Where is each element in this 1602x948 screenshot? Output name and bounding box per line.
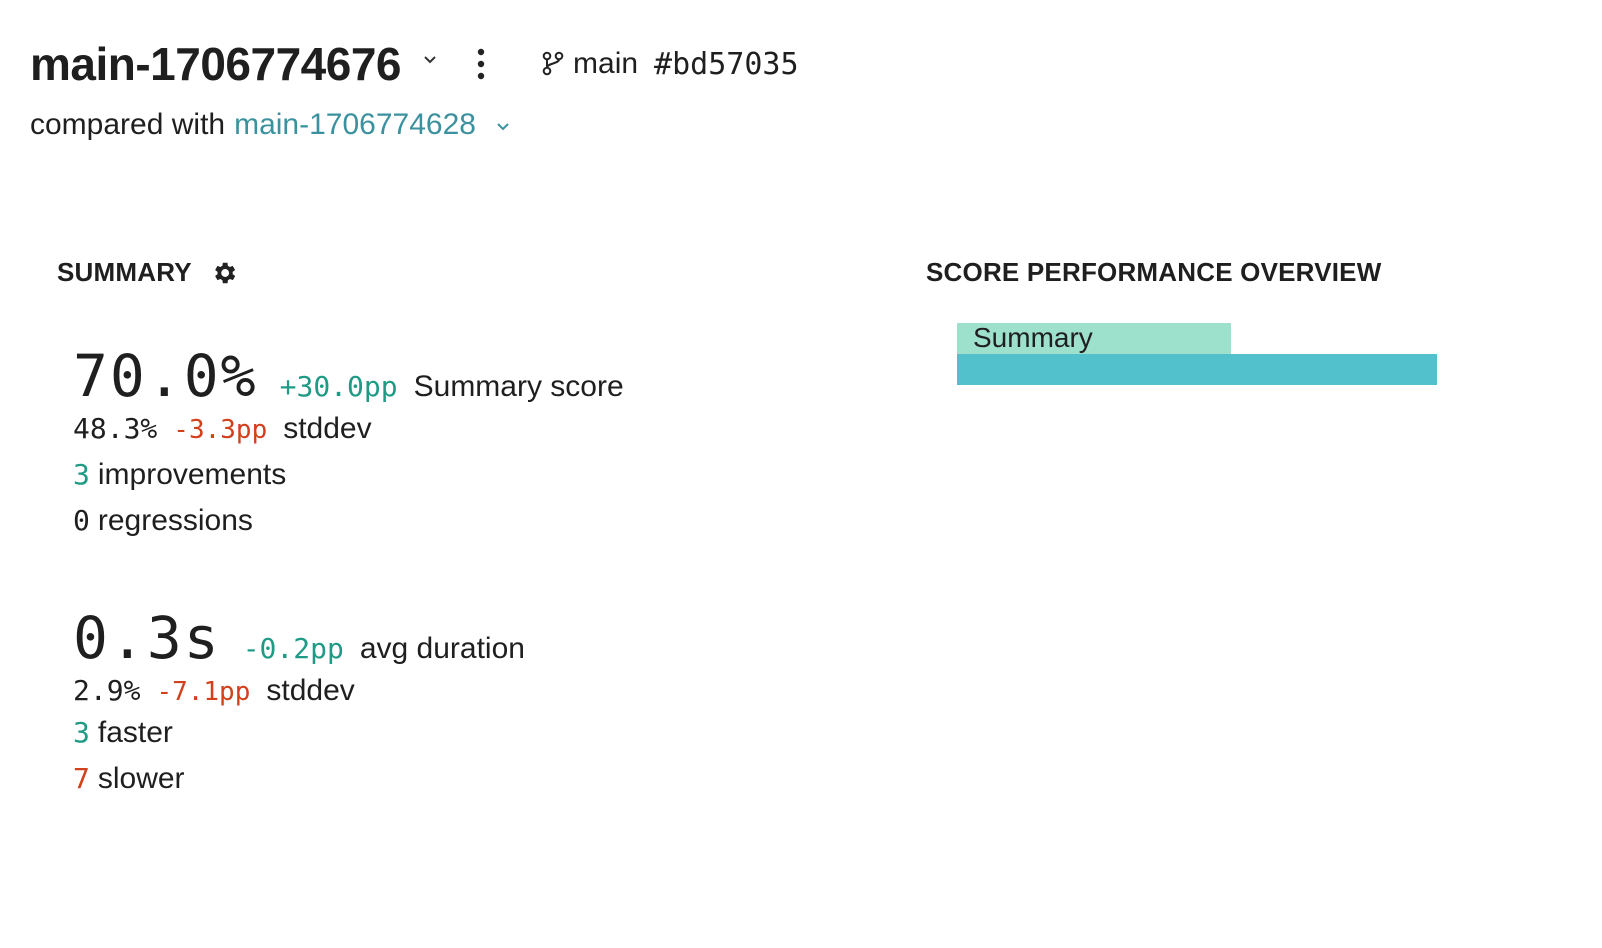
faster-label: faster [97, 716, 173, 749]
regressions-label: regressions [97, 504, 253, 537]
overview-title: SCORE PERFORMANCE OVERVIEW [926, 257, 1382, 287]
slower-count: 7 [73, 762, 90, 795]
score-stddev-delta: -3.3pp [173, 415, 268, 445]
summary-title: SUMMARY [57, 257, 192, 287]
run-title: main-1706774676 [30, 38, 402, 90]
duration-delta: -0.2pp [242, 632, 344, 665]
regressions-row[interactable]: 0 regressions [73, 504, 624, 538]
slower-row[interactable]: 7 slower [73, 762, 525, 796]
regressions-count: 0 [73, 504, 90, 537]
git-branch-icon [542, 51, 564, 76]
improvements-label: improvements [97, 458, 287, 491]
duration-stddev-label: stddev [266, 674, 355, 707]
summary-header: SUMMARY [57, 257, 238, 288]
branch-info: main #bd57035 [541, 47, 799, 82]
compared-with-label: compared with [30, 108, 226, 141]
score-label: Summary score [413, 370, 624, 403]
chevron-down-icon[interactable] [423, 55, 436, 65]
bar-summary-current[interactable] [957, 354, 1438, 385]
chevron-down-icon[interactable] [496, 106, 510, 140]
score-stddev-value: 48.3% [73, 412, 158, 445]
duration-stddev-value: 2.9% [73, 674, 141, 707]
gear-icon[interactable] [210, 259, 238, 287]
score-delta: +30.0pp [279, 370, 398, 403]
duration-value: 0.3s [73, 604, 221, 672]
score-overview-chart: Summary [957, 322, 1602, 387]
duration-metric: 0.3s -0.2pp avg duration 2.9% -7.1pp std… [73, 604, 525, 796]
run-header: main-1706774676 main #bd57035 [30, 34, 799, 94]
duration-label: avg duration [359, 632, 525, 665]
slower-label: slower [97, 762, 185, 795]
score-value: 70.0% [73, 342, 258, 410]
score-metric: 70.0% +30.0pp Summary score 48.3% -3.3pp… [73, 342, 624, 538]
bar-category-label: Summary [973, 322, 1093, 353]
commit-hash: #bd57035 [654, 46, 799, 82]
compared-run-link[interactable]: main-1706774628 [234, 108, 476, 142]
comparison-selector: compared with main-1706774628 [30, 108, 510, 142]
duration-stddev-delta: -7.1pp [156, 677, 251, 707]
kebab-icon[interactable] [477, 48, 485, 80]
faster-row[interactable]: 3 faster [73, 716, 525, 750]
improvements-row[interactable]: 3 improvements [73, 458, 624, 492]
improvements-count: 3 [73, 458, 90, 491]
faster-count: 3 [73, 716, 90, 749]
branch-name: main [573, 47, 639, 80]
score-stddev-label: stddev [283, 412, 372, 445]
